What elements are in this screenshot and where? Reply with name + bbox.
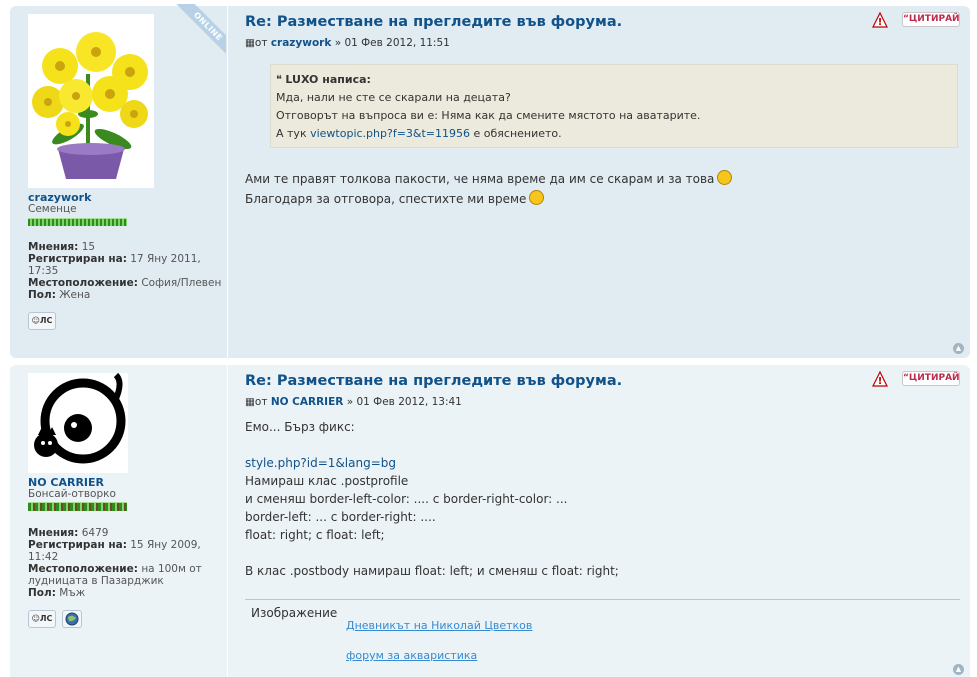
quote-topic-link[interactable]: viewtopic.php?f=3&t=11956 <box>310 127 470 140</box>
post-title[interactable]: Re: Разместване на прегледите във форума… <box>245 373 622 389</box>
author-stats: Мнения: 15 Регистриран на: 17 Яну 2011, … <box>28 241 224 301</box>
pm-button-label: ЛС <box>39 614 53 623</box>
cat-avatar-image <box>28 373 128 473</box>
posts-label: Мнения: <box>28 241 79 253</box>
svg-text:!: ! <box>878 376 883 387</box>
rank-title: Семенце <box>28 203 77 215</box>
sad-smiley-icon <box>717 170 733 185</box>
post-file-icon[interactable]: ▦ <box>245 37 255 49</box>
joined-label: Регистриран на: <box>28 539 127 551</box>
user-icon: ☺ <box>31 614 40 623</box>
quote-line-3: А тук viewtopic.php?f=3&t=11956 е обясне… <box>276 125 951 143</box>
posts-count: 15 <box>81 241 96 253</box>
back-to-top-icon[interactable]: ▲ <box>953 343 964 354</box>
pm-button-label: ЛС <box>39 316 53 325</box>
post-file-icon[interactable]: ▦ <box>245 396 255 408</box>
flower-avatar-image <box>28 14 154 188</box>
content-line-4: Намираш клас .postprofile <box>245 474 409 488</box>
signature-separator <box>245 599 960 600</box>
content-line-1: Ами те правят толкова пакости, че няма в… <box>245 172 715 186</box>
content-line-5: и сменяш border-left-color: .... с borde… <box>245 492 568 506</box>
gender-label: Пол: <box>28 587 56 599</box>
content-line-9: В клас .postbody намираш float: left; и … <box>245 564 619 578</box>
post-content: Емо... Бърз фикс: style.php?id=1&lang=bg… <box>245 418 619 580</box>
user-icon: ☺ <box>31 316 40 325</box>
pm-button[interactable]: ☺ЛС <box>28 312 56 330</box>
rank-bar <box>28 502 127 511</box>
content-line-1: Емо... Бърз фикс: <box>245 420 355 434</box>
quote-cite: LUXO написа: <box>285 73 371 86</box>
globe-icon <box>65 612 79 626</box>
content-blank-line <box>245 544 619 562</box>
gender-value: Жена <box>59 289 91 301</box>
content-line-7: float: right; с float: left; <box>245 528 385 542</box>
online-badge: ONLINE <box>160 4 226 70</box>
meta-prefix: от <box>254 396 268 408</box>
report-icon[interactable]: ! <box>872 370 888 387</box>
quote-line-1: Мда, нали не сте се скарали на децата? <box>276 91 511 104</box>
author-stats: Мнения: 6479 Регистриран на: 15 Яну 2009… <box>28 527 224 599</box>
meta-author[interactable]: NO CARRIER <box>271 396 344 408</box>
quote-button[interactable]: “ЦИТИРАЙ <box>902 371 960 386</box>
meta-author[interactable]: crazywork <box>271 37 332 49</box>
style-link[interactable]: style.php?id=1&lang=bg <box>245 456 396 470</box>
svg-text:!: ! <box>878 17 883 28</box>
rank-bar <box>28 218 127 226</box>
content-line-6: border-left: ... с border-right: .... <box>245 510 436 524</box>
avatar <box>28 14 154 188</box>
post-meta: ▦от crazywork » 01 Фев 2012, 11:51 <box>245 37 450 49</box>
location-value: София/Плевен <box>141 277 222 289</box>
content-line-2: Благодаря за отговора, спестихте ми врем… <box>245 192 527 206</box>
quote-icon: ❝ <box>276 73 282 86</box>
quote-line-3-prefix: А тук <box>276 127 307 140</box>
signature-link-aquarium[interactable]: форум за аквариcтика <box>346 649 477 662</box>
meta-prefix: от <box>254 37 268 49</box>
meta-date: » 01 Фев 2012, 13:41 <box>346 396 462 408</box>
blockquote: ❝ LUXO написа: Мда, нали не сте се скара… <box>270 64 958 148</box>
content-blank-line <box>245 436 619 454</box>
gender-label: Пол: <box>28 289 56 301</box>
location-label: Местоположение: <box>28 563 138 575</box>
post-1: ONLINE crazywork Семенце Мнения: 15 Реги… <box>10 4 970 358</box>
posts-count: 6479 <box>81 527 109 539</box>
quote-button[interactable]: “ЦИТИРАЙ <box>902 12 960 27</box>
pm-button[interactable]: ☺ЛС <box>28 610 56 628</box>
quote-button-label: ЦИТИРАЙ <box>908 14 960 24</box>
gender-value: Мъж <box>59 587 86 599</box>
avatar <box>28 373 128 473</box>
post-profile: NO CARRIER Бонсай-отворко Мнения: 6479 Р… <box>10 365 228 677</box>
report-icon[interactable]: ! <box>872 11 888 28</box>
post-2: NO CARRIER Бонсай-отворко Мнения: 6479 Р… <box>10 365 970 677</box>
meta-date: » 01 Фев 2012, 11:51 <box>334 37 450 49</box>
rank-title: Бонсай-отворко <box>28 488 116 500</box>
signature-image: Изображение <box>251 606 338 620</box>
posts-label: Мнения: <box>28 527 79 539</box>
website-button[interactable] <box>62 610 82 628</box>
quote-line-3-suffix: е обяснението. <box>473 127 562 140</box>
post-title[interactable]: Re: Разместване на прегледите във форума… <box>245 14 622 30</box>
back-to-top-icon[interactable]: ▲ <box>953 664 964 675</box>
post-content: Ами те правят толкова пакости, че няма в… <box>245 169 733 209</box>
quote-line-2: Отговорът на въпроса ви е: Няма как да с… <box>276 109 701 122</box>
joined-label: Регистриран на: <box>28 253 127 265</box>
post-profile: ONLINE crazywork Семенце Мнения: 15 Реги… <box>10 4 228 358</box>
post-meta: ▦от NO CARRIER » 01 Фев 2012, 13:41 <box>245 396 462 408</box>
happy-smiley-icon <box>529 190 545 205</box>
quote-button-label: ЦИТИРАЙ <box>908 373 960 383</box>
signature-link-diary[interactable]: Дневникът на Николай Цветков <box>346 619 532 632</box>
location-label: Местоположение: <box>28 277 138 289</box>
online-badge-label: ONLINE <box>169 4 226 66</box>
